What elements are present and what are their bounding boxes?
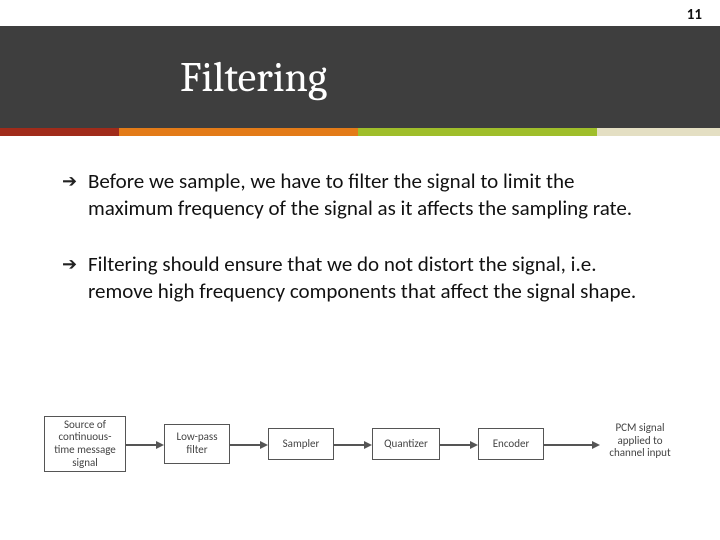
list-item: ➔ Filtering should ensure that we do not… (62, 251, 662, 306)
diagram-arrow (440, 444, 472, 446)
arrow-icon: ➔ (62, 168, 88, 193)
accent-red (0, 128, 119, 136)
title-band: Filtering (0, 26, 720, 128)
diagram-arrow (334, 444, 366, 446)
page-number: 11 (687, 6, 702, 24)
arrow-head-icon (470, 441, 478, 449)
block-diagram: Source of continuous-time message signal… (44, 402, 680, 488)
accent-green (358, 128, 597, 136)
diagram-arrow (126, 444, 158, 446)
arrow-head-icon (260, 441, 268, 449)
diagram-arrow (230, 444, 262, 446)
accent-bar (0, 128, 720, 136)
arrow-icon: ➔ (62, 251, 88, 276)
list-item: ➔ Before we sample, we have to filter th… (62, 168, 662, 223)
arrow-head-icon (364, 441, 372, 449)
diagram-box-quantizer: Quantizer (372, 428, 440, 460)
diagram-box-source: Source of continuous-time message signal (44, 416, 126, 472)
accent-tan (597, 128, 720, 136)
bullet-list: ➔ Before we sample, we have to filter th… (62, 168, 662, 333)
diagram-box-encoder: Encoder (478, 428, 544, 460)
diagram-box-lpf: Low-pass filter (164, 424, 230, 464)
bullet-text: Filtering should ensure that we do not d… (88, 251, 662, 306)
bullet-text: Before we sample, we have to filter the … (88, 168, 662, 223)
arrow-head-icon (592, 441, 600, 449)
accent-orange (119, 128, 358, 136)
arrow-head-icon (156, 441, 164, 449)
diagram-output-label: PCM signal applied to channel input (600, 422, 680, 460)
slide-title: Filtering (180, 53, 327, 102)
diagram-arrow (544, 444, 594, 446)
diagram-box-sampler: Sampler (268, 428, 334, 460)
